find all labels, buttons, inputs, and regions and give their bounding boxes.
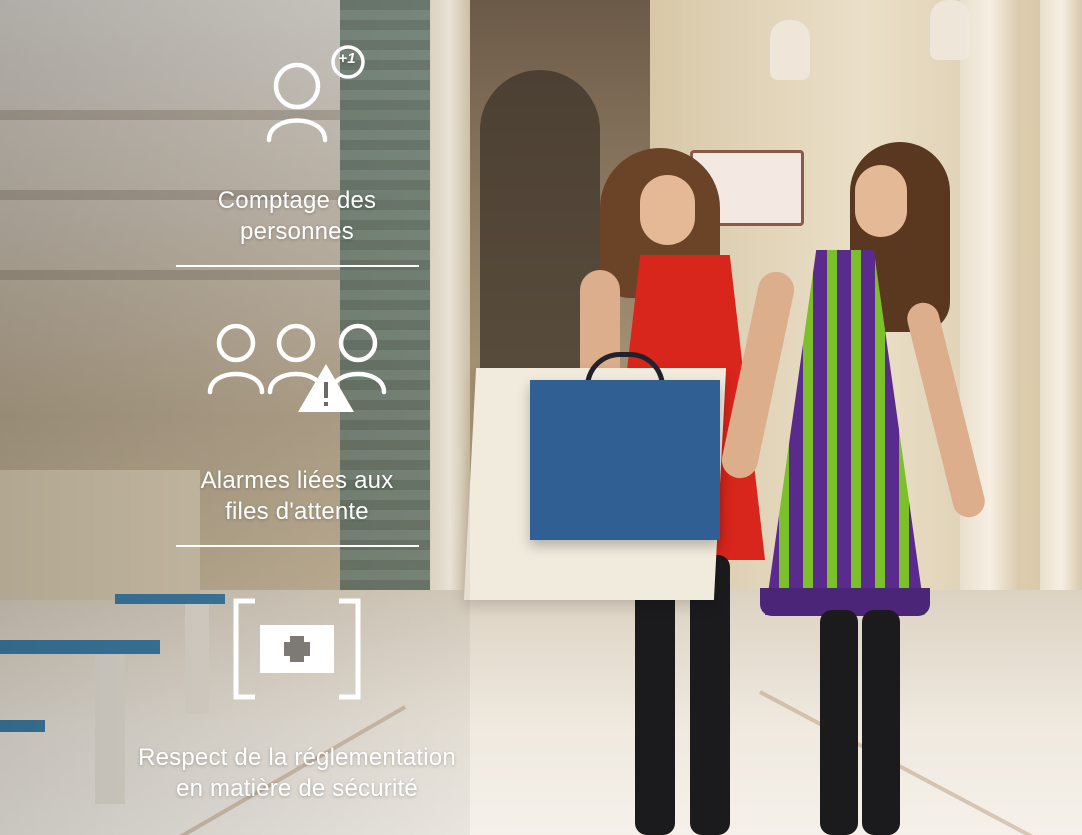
leg <box>820 610 858 835</box>
feature-queue-alarms: Alarmes liées aux files d'attente <box>0 465 594 527</box>
feature-label-line2: en matière de sécurité <box>176 775 418 802</box>
woman-face <box>855 165 907 237</box>
feature-safety-compliance: Respect de la réglementation en matière … <box>0 742 594 804</box>
woman-face <box>640 175 695 245</box>
wall-lamp <box>770 20 810 80</box>
feature-label-line2: files d'attente <box>225 498 369 525</box>
wall-lamp <box>930 0 970 60</box>
safety-first-aid-icon <box>233 598 361 700</box>
divider <box>176 265 419 267</box>
overlay-shade <box>0 0 470 835</box>
feature-label-line1: Alarmes liées aux <box>200 467 394 494</box>
leg <box>862 610 900 835</box>
count-badge-text: +1 <box>338 50 356 67</box>
divider <box>176 545 419 547</box>
queue-alarm-icon <box>207 323 387 412</box>
feature-label-line1: Comptage des <box>217 187 377 214</box>
shopping-mall-photo: +1 Comptage des personnes Alarmes liées … <box>0 0 1082 835</box>
feature-people-counting: Comptage des personnes <box>0 185 594 247</box>
feature-label-line1: Respect de la réglementation <box>138 744 456 771</box>
feature-label-line2: personnes <box>240 218 354 245</box>
